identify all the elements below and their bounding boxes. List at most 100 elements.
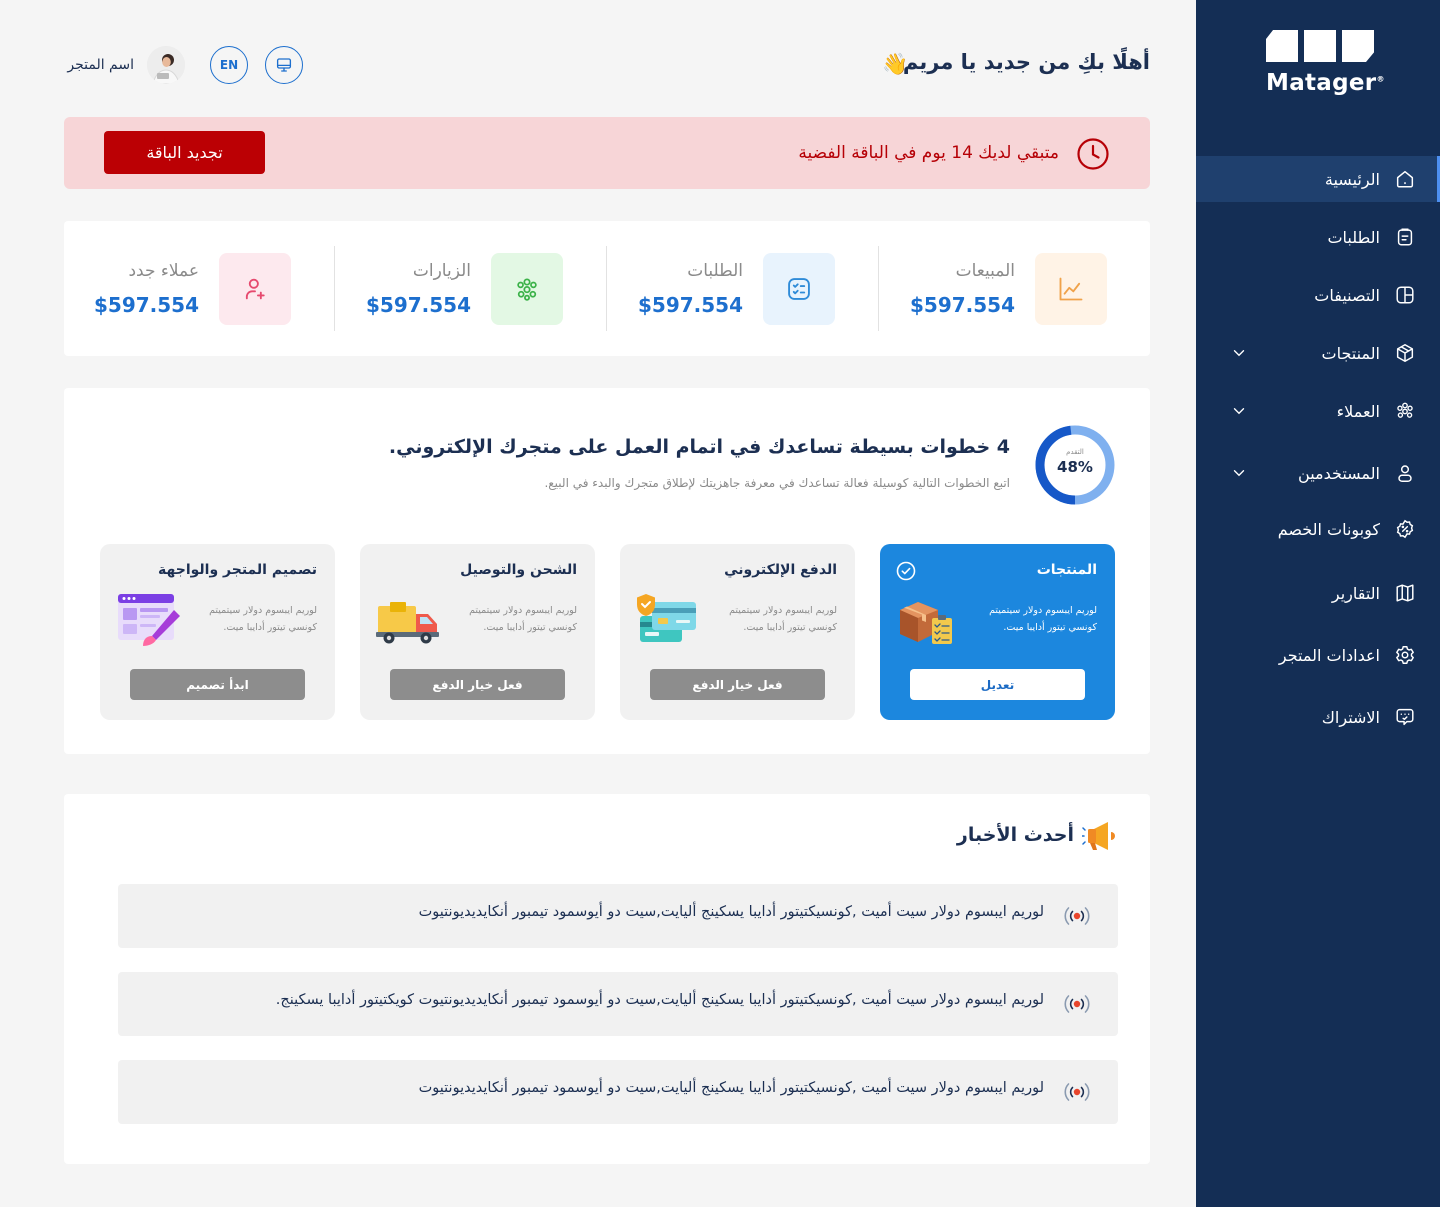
sidebar-item-label: المنتجات	[1321, 343, 1381, 363]
stat-divider	[878, 246, 879, 331]
news-item-text: لوريم ايبسوم دولار سيت أميت ,كونسيكتيتور…	[418, 904, 1044, 920]
step-card-products[interactable]: المنتجات لوريم ايبسوم دولار سيتميتم كونس…	[880, 544, 1115, 720]
sidebar-item-home[interactable]: الرئيسية	[1196, 156, 1440, 202]
stat-icon-box	[219, 253, 291, 325]
step-card-shipping[interactable]: الشحن والتوصيل لوريم ايبسوم دولار سيتميت…	[360, 544, 595, 720]
sidebar-item-categories[interactable]: التصنيفات	[1196, 272, 1440, 318]
step-card-title: المنتجات	[1036, 562, 1097, 578]
payment-card-illustration	[637, 594, 696, 642]
home-icon	[1396, 170, 1414, 188]
sidebar-item-subscription[interactable]: الاشتراك	[1196, 694, 1440, 740]
orders-icon	[1397, 228, 1413, 246]
step-card-description: لوريم ايبسوم دولار سيتميتم كونسي تيتور أ…	[469, 605, 577, 633]
progress-value: 48%	[1057, 458, 1093, 476]
stats-panel: المبيعات $597.554 الطلبات $597.554 الزيا…	[64, 221, 1150, 356]
progress-label: التقدم	[1066, 448, 1084, 456]
step-card-description: لوريم ايبسوم دولار سيتميتم كونسي تيتور أ…	[209, 605, 317, 633]
stat-label: الطلبات	[687, 261, 743, 281]
avatar[interactable]	[147, 46, 185, 84]
news-title: أحدث الأخبار	[956, 824, 1074, 846]
subscription-icon	[1396, 708, 1414, 726]
sidebar-item-label: المستخدمين	[1298, 463, 1380, 483]
broadcast-icon	[1064, 995, 1090, 1013]
stat-icon-box	[1035, 253, 1107, 325]
monitor-button[interactable]	[265, 46, 303, 84]
step-card-title: الشحن والتوصيل	[460, 562, 577, 578]
web-design-illustration	[118, 594, 180, 646]
clock-icon	[1077, 138, 1109, 170]
stat-value: $597.554	[365, 293, 471, 317]
sidebar: Matager® الرئيسية الطلبات التصنيفات المن…	[1196, 0, 1440, 1207]
stat-value: $597.554	[909, 293, 1015, 317]
onboarding-steps-panel: التقدم 48% 4 خطوات بسيطة تساعدك في اتمام…	[64, 388, 1150, 754]
latest-news-panel: أحدث الأخبار لوريم ايبسوم دولار سيت أميت…	[64, 794, 1150, 1164]
stat-divider	[334, 246, 335, 331]
language-button[interactable]: EN	[210, 46, 248, 84]
chevron-down-icon[interactable]	[1230, 464, 1248, 482]
stat-label: عملاء جدد	[128, 261, 199, 281]
sidebar-item-label: الرئيسية	[1324, 169, 1380, 189]
step-card-design[interactable]: تصميم المتجر والواجهة لوريم ايبسوم دولار…	[100, 544, 335, 720]
news-item-text: لوريم ايبسوم دولار سيت أميت ,كونسيكتيتور…	[418, 1080, 1044, 1096]
sidebar-item-coupons[interactable]: كوبونات الخصم	[1196, 506, 1440, 552]
step-card-description: لوريم ايبسوم دولار سيتميتم كونسي تيتور أ…	[729, 605, 837, 633]
broadcast-icon	[1064, 907, 1090, 925]
matager-logo[interactable]: Matager®	[1266, 30, 1385, 102]
stat-orders: الطلبات $597.554	[595, 253, 835, 325]
sidebar-item-label: التصنيفات	[1314, 285, 1380, 305]
stat-label: المبيعات	[955, 261, 1015, 281]
step-card-description: لوريم ايبسوم دولار سيتميتم كونسي تيتور أ…	[989, 605, 1097, 633]
sidebar-item-label: اعدادات المتجر	[1278, 645, 1380, 665]
categories-icon	[1396, 286, 1414, 304]
sidebar-item-products[interactable]: المنتجات	[1196, 330, 1440, 376]
megaphone-icon	[1082, 822, 1115, 850]
start-design-button[interactable]: ابدأ تصميم	[130, 669, 305, 700]
visitors-icon	[517, 278, 537, 301]
add-user-icon	[245, 278, 265, 300]
stat-divider	[606, 246, 607, 331]
news-item[interactable]: لوريم ايبسوم دولار سيت أميت ,كونسيكتيتور…	[118, 972, 1118, 1036]
step-card-title: الدفع الإلكتروني	[724, 562, 837, 578]
broadcast-icon	[1064, 1083, 1090, 1101]
edit-products-button[interactable]: تعديل	[910, 669, 1085, 700]
chevron-down-icon[interactable]	[1230, 402, 1248, 420]
sidebar-item-label: الطلبات	[1327, 227, 1380, 247]
chart-icon	[1059, 277, 1083, 301]
customers-icon	[1397, 402, 1413, 418]
subscription-remaining-text: متبقي لديك 14 يوم في الباقة الفضية	[798, 143, 1059, 163]
store-name[interactable]: اسم المتجر	[67, 57, 134, 73]
gear-icon	[1396, 646, 1414, 664]
renew-package-button[interactable]: تجديد الباقة	[104, 131, 265, 174]
reports-icon	[1396, 584, 1414, 602]
news-item[interactable]: لوريم ايبسوم دولار سيت أميت ,كونسيكتيتور…	[118, 1060, 1118, 1124]
sidebar-item-orders[interactable]: الطلبات	[1196, 214, 1440, 260]
delivery-truck-illustration	[376, 602, 439, 644]
subscription-banner: متبقي لديك 14 يوم في الباقة الفضية تجديد…	[64, 117, 1150, 189]
steps-title: 4 خطوات بسيطة تساعدك في اتمام العمل على …	[388, 436, 1010, 458]
sidebar-item-label: التقارير	[1331, 583, 1380, 603]
enable-payment-button[interactable]: فعل خيار الدفع	[650, 669, 825, 700]
sidebar-item-settings[interactable]: اعدادات المتجر	[1196, 632, 1440, 678]
news-item[interactable]: لوريم ايبسوم دولار سيت أميت ,كونسيكتيتور…	[118, 884, 1118, 948]
logo-text: Matager®	[1266, 70, 1385, 96]
sidebar-item-reports[interactable]: التقارير	[1196, 570, 1440, 616]
checklist-icon	[788, 278, 810, 300]
sidebar-item-customers[interactable]: العملاء	[1196, 388, 1440, 434]
chevron-down-icon[interactable]	[1230, 344, 1248, 362]
enable-shipping-button[interactable]: فعل خيار الدفع	[390, 669, 565, 700]
welcome-greeting: أهلًا بكِ من جديد يا مريم	[902, 50, 1150, 74]
step-card-payment[interactable]: الدفع الإلكتروني لوريم ايبسوم دولار سيتم…	[620, 544, 855, 720]
wave-emoji-icon: 👋	[882, 52, 909, 76]
coupon-icon	[1396, 519, 1414, 539]
stat-icon-box	[491, 253, 563, 325]
sidebar-item-users[interactable]: المستخدمين	[1196, 450, 1440, 496]
sidebar-item-label: كوبونات الخصم	[1277, 519, 1380, 539]
sidebar-item-label: العملاء	[1336, 401, 1380, 421]
logo-mark	[1266, 30, 1376, 62]
stat-value: $597.554	[637, 293, 743, 317]
box-checklist-illustration	[900, 602, 952, 644]
step-card-title: تصميم المتجر والواجهة	[158, 562, 317, 578]
steps-subtitle: اتبع الخطوات التالية كوسيلة فعالة تساعدك…	[544, 476, 1010, 490]
stat-new-customers: عملاء جدد $597.554	[51, 253, 291, 325]
stat-label: الزيارات	[412, 261, 471, 281]
